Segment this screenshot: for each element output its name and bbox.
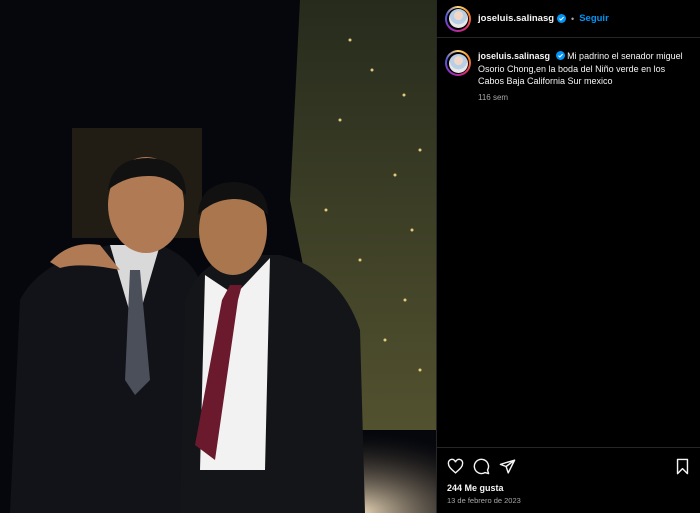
follow-button[interactable]: Seguir	[579, 13, 609, 24]
verified-badge-icon	[555, 51, 565, 60]
caption-username-link[interactable]: joseluis.salinasg	[478, 51, 550, 61]
username-link[interactable]: joseluis.salinasg	[478, 13, 554, 24]
caption: joseluis.salinasg Mi padrino el senador …	[478, 50, 692, 104]
action-bar: 244 Me gusta 13 de febrero de 2023	[437, 447, 700, 513]
caption-timestamp[interactable]: 116 sem	[478, 92, 692, 105]
bookmark-icon[interactable]	[674, 458, 691, 475]
avatar[interactable]	[445, 5, 471, 32]
comment-icon[interactable]	[473, 458, 490, 475]
post-side-panel: joseluis.salinasg • Seguir joseluis.sali…	[436, 0, 700, 513]
post-photo[interactable]	[0, 0, 436, 513]
caption-row: joseluis.salinasg Mi padrino el senador …	[437, 38, 700, 104]
likes-count[interactable]: 244 Me gusta	[447, 483, 691, 493]
heart-icon[interactable]	[447, 458, 464, 475]
share-icon[interactable]	[499, 458, 516, 475]
photo-illustration	[0, 0, 436, 513]
caption-avatar[interactable]	[445, 50, 471, 76]
separator-dot: •	[571, 13, 575, 24]
post-header: joseluis.salinasg • Seguir	[437, 0, 700, 38]
post-date: 13 de febrero de 2023	[447, 496, 521, 505]
verified-badge-icon	[557, 14, 567, 23]
